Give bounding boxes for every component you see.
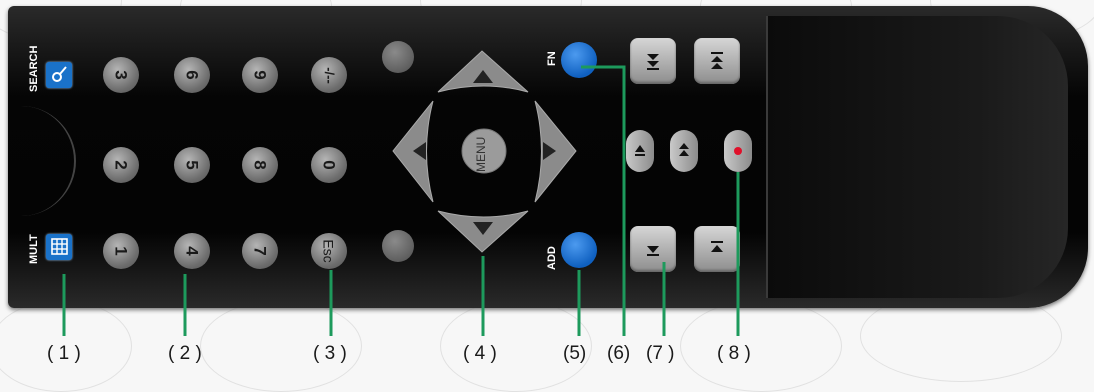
callout-label-3: ( 3 ) [313,343,347,364]
callout-label-2: ( 2 ) [168,343,202,364]
callout-label-5: (5) [563,343,587,364]
callout-label-7: (7 ) [646,343,675,364]
callout-label-4: ( 4 ) [463,343,497,364]
callout-line-6 [581,65,626,336]
callout-label-1: ( 1 ) [47,343,81,364]
callout-lines [62,65,740,336]
callout-label-8: ( 8 ) [717,343,751,364]
callout-label-6: (6) [607,343,631,364]
